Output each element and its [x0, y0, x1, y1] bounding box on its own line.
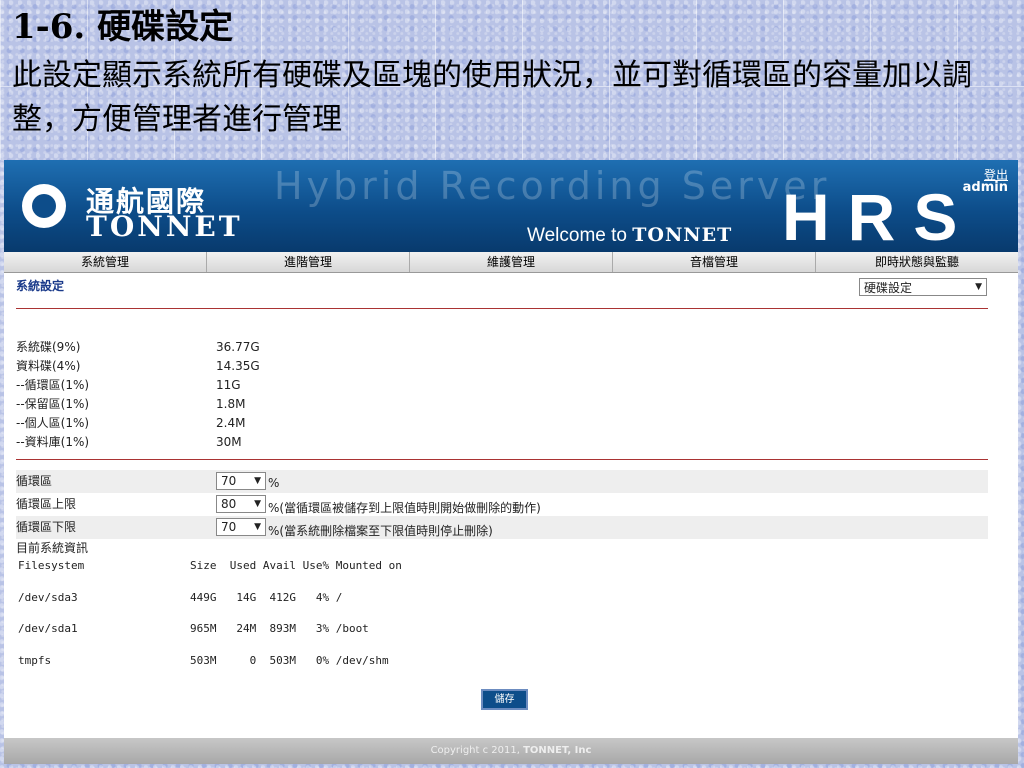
section-title: 系統設定: [16, 279, 65, 293]
product-logo: HRS: [782, 180, 976, 252]
nav-system[interactable]: 系統管理: [4, 252, 207, 272]
cycle-lower-select[interactable]: 70 ▼: [216, 518, 266, 536]
settings-dropdown[interactable]: 硬碟設定 ▼: [859, 278, 987, 296]
welcome-brand: TONNET: [632, 224, 733, 246]
divider: [16, 308, 988, 309]
df-row-stats: 449G 14G 412G 4% /: [190, 591, 343, 604]
nav-realtime[interactable]: 即時狀態與監聽: [816, 252, 1018, 272]
welcome-prefix: Welcome to: [527, 225, 633, 246]
usage-label: 系統碟(9%): [16, 340, 81, 354]
usage-value: 30M: [216, 435, 242, 449]
sysinfo-label: 目前系統資訊: [16, 541, 89, 555]
usage-label: --資料庫(1%): [16, 435, 90, 449]
divider: [16, 459, 988, 460]
username: admin: [962, 180, 1008, 195]
chevron-down-icon: ▼: [254, 476, 261, 486]
chevron-down-icon: ▼: [254, 522, 261, 532]
df-row-fs: /dev/sda3: [18, 591, 78, 604]
cycle-upper-select[interactable]: 80 ▼: [216, 495, 266, 513]
usage-value: 36.77G: [216, 340, 260, 354]
setting-note: %: [268, 476, 280, 490]
setting-label: 循環區上限: [16, 497, 77, 511]
usage-label: --保留區(1%): [16, 397, 90, 411]
chevron-down-icon: ▼: [254, 499, 261, 509]
setting-note: %(當系統刪除檔案至下限值時則停止刪除): [268, 524, 493, 538]
usage-label: 資料碟(4%): [16, 359, 81, 373]
nav-maintenance[interactable]: 維護管理: [410, 252, 613, 272]
slide-title: 1-6. 硬碟設定: [12, 7, 234, 47]
cycle-area-select[interactable]: 70 ▼: [216, 472, 266, 490]
header-banner: 通航國際 TONNET Hybrid Recording Server Welc…: [4, 160, 1018, 252]
usage-value: 14.35G: [216, 359, 260, 373]
app-window: 通航國際 TONNET Hybrid Recording Server Welc…: [4, 160, 1018, 764]
setting-label: 循環區下限: [16, 520, 77, 534]
copyright-brand: TONNET, Inc: [523, 745, 592, 756]
main-nav: 系統管理 進階管理 維護管理 音檔管理 即時狀態與監聽: [4, 252, 1018, 273]
nav-audio[interactable]: 音檔管理: [613, 252, 816, 272]
setting-label: 循環區: [16, 474, 53, 488]
save-button[interactable]: 儲存: [481, 689, 528, 710]
df-header-cols: Size Used Avail Use% Mounted on: [190, 559, 402, 572]
setting-row: [16, 470, 988, 493]
df-header-fs: Filesystem: [18, 559, 85, 572]
setting-note: %(當循環區被儲存到上限值時則開始做刪除的動作): [268, 501, 541, 515]
cycle-upper-value: 80: [221, 497, 237, 511]
usage-label: --個人區(1%): [16, 416, 90, 430]
chevron-down-icon: ▼: [975, 282, 982, 292]
setting-row: [16, 516, 988, 539]
usage-value: 1.8M: [216, 397, 246, 411]
welcome-text: Welcome to TONNET: [527, 224, 732, 247]
cycle-lower-value: 70: [221, 520, 237, 534]
logo-english: TONNET: [86, 210, 243, 243]
df-row-fs: /dev/sda1: [18, 622, 78, 635]
banner-watermark: Hybrid Recording Server: [274, 164, 831, 208]
tonnet-logo-icon: [22, 184, 66, 228]
settings-dropdown-value: 硬碟設定: [864, 280, 913, 295]
usage-label: --循環區(1%): [16, 378, 90, 392]
cycle-area-value: 70: [221, 474, 237, 488]
slide-subtitle: 此設定顯示系統所有硬碟及區塊的使用狀況，並可對循環區的容量加以調整，方便管理者進…: [12, 58, 972, 137]
main-content: 系統設定 硬碟設定 ▼ 系統碟(9%) 36.77G 資料碟(4%) 14.35…: [4, 273, 1018, 738]
nav-advanced[interactable]: 進階管理: [207, 252, 410, 272]
df-row-fs: tmpfs: [18, 654, 52, 667]
footer: Copyright c 2011, TONNET, Inc: [4, 738, 1018, 764]
copyright-text: Copyright c 2011,: [430, 745, 524, 756]
df-row-stats: 503M 0 503M 0% /dev/shm: [190, 654, 389, 667]
usage-value: 2.4M: [216, 416, 246, 430]
df-row-stats: 965M 24M 893M 3% /boot: [190, 622, 369, 635]
usage-value: 11G: [216, 378, 241, 392]
